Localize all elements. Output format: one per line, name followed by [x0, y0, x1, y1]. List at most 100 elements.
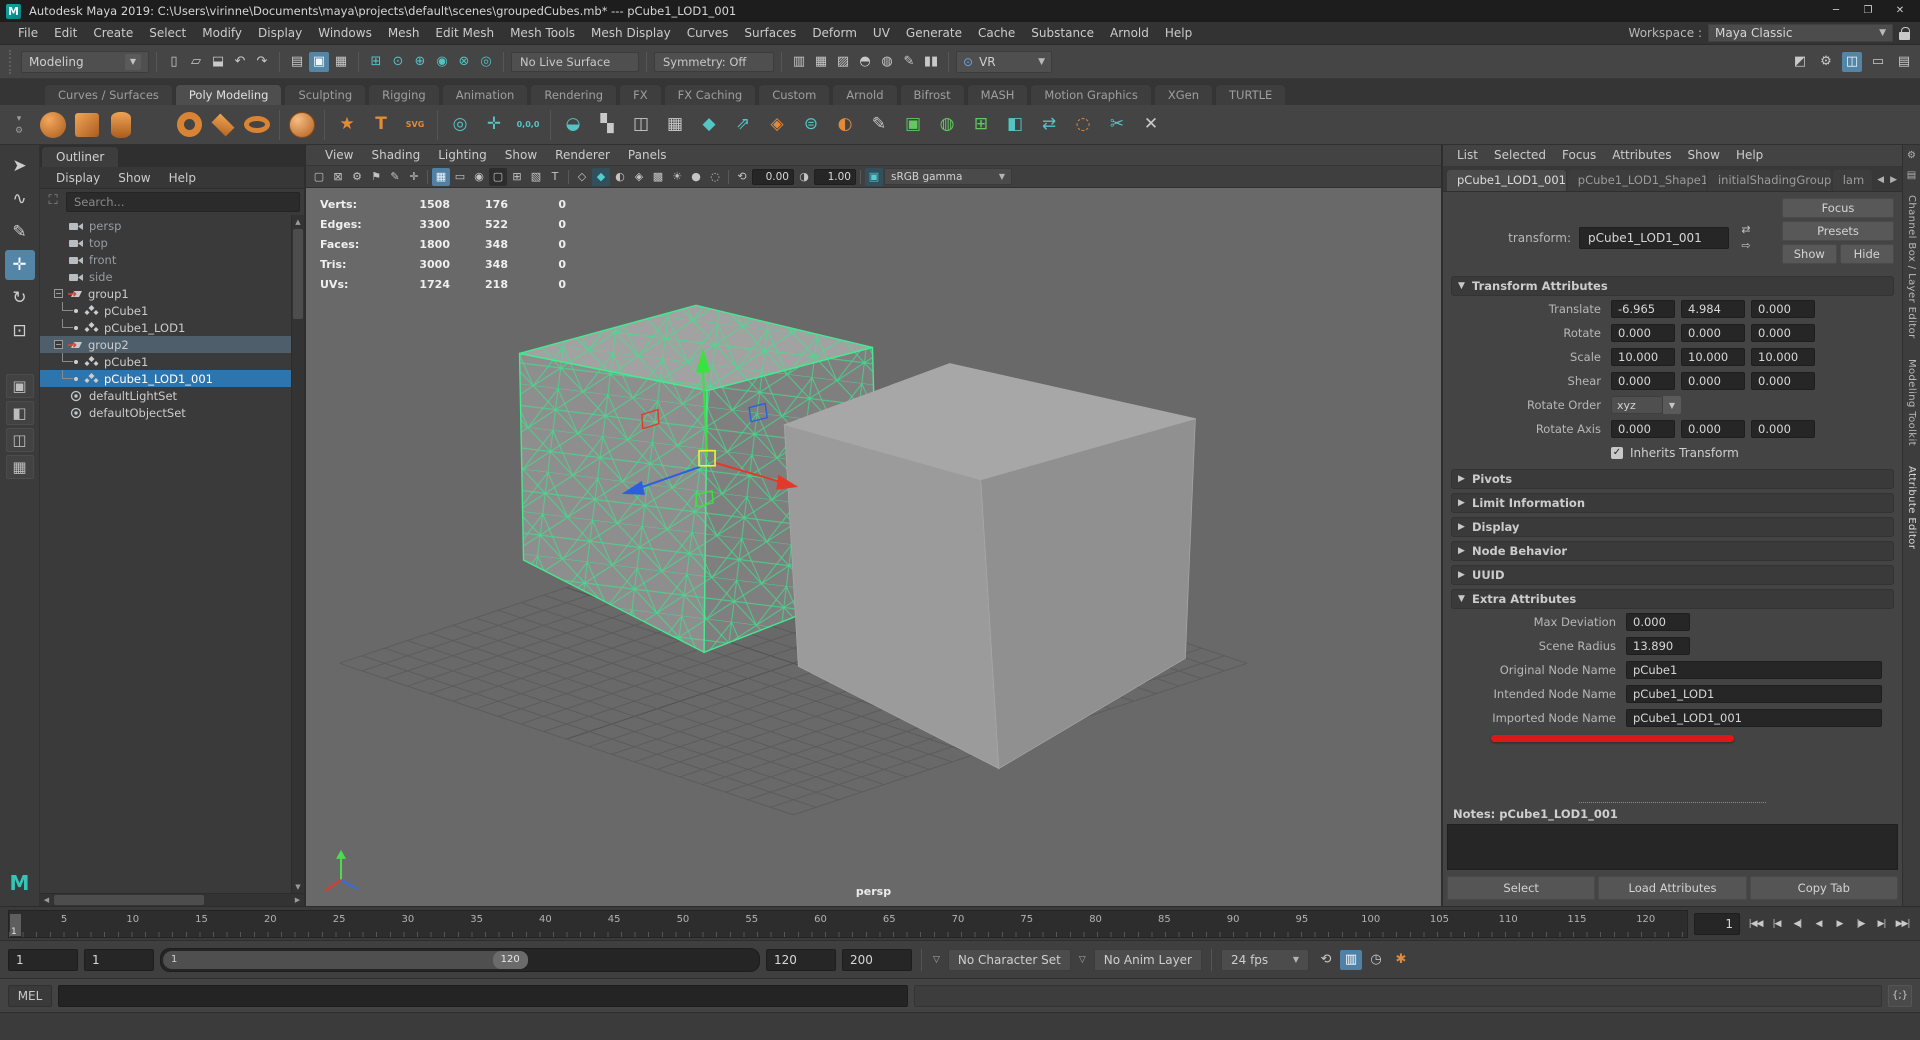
- scroll-left-icon[interactable]: ◀: [40, 894, 53, 906]
- multicut-tool-icon[interactable]: ✎: [864, 110, 894, 140]
- viewport-menu-shading[interactable]: Shading: [362, 145, 429, 165]
- scale-field-0[interactable]: 10.000: [1611, 348, 1675, 366]
- hypershade-icon[interactable]: ◓: [855, 52, 875, 72]
- field-chart-icon[interactable]: ⊞: [508, 168, 526, 186]
- grease-pencil-icon[interactable]: ✎: [386, 168, 404, 186]
- crease-tool-icon[interactable]: ◧: [1000, 110, 1030, 140]
- intended-node-name-field[interactable]: pCube1_LOD1: [1626, 685, 1882, 703]
- menu-modify[interactable]: Modify: [194, 22, 250, 44]
- default-material-icon[interactable]: ▩: [649, 168, 667, 186]
- layout-two-pane-button[interactable]: ◧: [6, 401, 34, 425]
- rotate-order-select[interactable]: xyz: [1611, 396, 1663, 414]
- select-object-icon[interactable]: ▣: [309, 52, 329, 72]
- shelf-tab-fx-caching[interactable]: FX Caching: [664, 84, 757, 105]
- toggle-tool-settings-icon[interactable]: ▭: [1868, 52, 1888, 72]
- make-live-icon[interactable]: ◎: [476, 52, 496, 72]
- reduce-tool-icon[interactable]: ✂: [1102, 110, 1132, 140]
- shadows-icon[interactable]: ●: [687, 168, 705, 186]
- shelf-menu-icon[interactable]: ▾: [17, 114, 22, 124]
- fill-hole-icon[interactable]: ▦: [660, 110, 690, 140]
- show-hotbox-icon[interactable]: ◩: [1790, 52, 1810, 72]
- new-tab-icon[interactable]: ⇨: [1737, 239, 1755, 253]
- rotate-field-2[interactable]: 0.000: [1751, 324, 1815, 342]
- scale-field-1[interactable]: 10.000: [1681, 348, 1745, 366]
- viewport-menu-view[interactable]: View: [316, 145, 362, 165]
- gamma-icon[interactable]: ◑: [795, 168, 813, 186]
- symmetry-select[interactable]: Symmetry: Off: [654, 52, 774, 72]
- outliner-item-side[interactable]: side: [40, 268, 291, 285]
- outliner-search-input[interactable]: Search...: [66, 192, 300, 212]
- shelf-tab-poly-modeling[interactable]: Poly Modeling: [175, 84, 283, 105]
- shear-field-2[interactable]: 0.000: [1751, 372, 1815, 390]
- extrude-tool-icon[interactable]: ⇗: [728, 110, 758, 140]
- select-hierarchy-icon[interactable]: ▤: [287, 52, 307, 72]
- new-scene-icon[interactable]: ▯: [164, 52, 184, 72]
- character-set-select[interactable]: No Character Set: [948, 949, 1071, 971]
- viewport-menu-show[interactable]: Show: [496, 145, 546, 165]
- pause-icon[interactable]: ▮▮: [921, 52, 941, 72]
- original-node-name-field[interactable]: pCube1: [1626, 661, 1882, 679]
- ae-menu-show[interactable]: Show: [1680, 145, 1728, 166]
- poly-torus-icon[interactable]: [174, 110, 204, 140]
- viewport-canvas[interactable]: Verts:15081760Edges:33005220Faces:180034…: [306, 188, 1441, 906]
- close-button[interactable]: ✕: [1886, 2, 1914, 20]
- rotate-axis-field-2[interactable]: 0.000: [1751, 420, 1815, 438]
- side-tab-channel-box-layer-editor[interactable]: Channel Box / Layer Editor: [1906, 185, 1917, 349]
- command-input[interactable]: [58, 985, 908, 1007]
- svg-tool-icon[interactable]: SVG: [400, 110, 430, 140]
- shelf-tab-mash[interactable]: MASH: [967, 84, 1029, 105]
- smooth-tool-icon[interactable]: ◆: [694, 110, 724, 140]
- exposure-icon[interactable]: ⟲: [733, 168, 751, 186]
- outliner-item-group1[interactable]: −group1: [40, 285, 291, 302]
- playback-speed-icon[interactable]: ◷: [1365, 950, 1387, 970]
- shelf-tab-turtle[interactable]: TURTLE: [1215, 84, 1286, 105]
- loop-playback-icon[interactable]: ⟲: [1315, 950, 1337, 970]
- outliner-item-pcube1[interactable]: pCube1: [40, 353, 291, 370]
- menu-arnold[interactable]: Arnold: [1102, 22, 1157, 44]
- rotate-axis-field-1[interactable]: 0.000: [1681, 420, 1745, 438]
- quad-draw-tool-icon[interactable]: ▣: [898, 110, 928, 140]
- exposure-field[interactable]: 0.00: [752, 169, 794, 185]
- poly-plane-icon[interactable]: [208, 110, 238, 140]
- go-to-end-button[interactable]: ▶▶|: [1893, 914, 1912, 934]
- ae-menu-list[interactable]: List: [1449, 145, 1486, 166]
- lights-icon[interactable]: ☀: [668, 168, 686, 186]
- gear-icon[interactable]: ⚙: [15, 126, 23, 136]
- step-back-frame-button[interactable]: |◀: [1767, 914, 1786, 934]
- load-attributes-button[interactable]: Load Attributes: [1598, 876, 1746, 900]
- menu-cache[interactable]: Cache: [970, 22, 1023, 44]
- menu-deform[interactable]: Deform: [804, 22, 865, 44]
- focus-button[interactable]: Focus: [1782, 198, 1894, 218]
- translate-field-0[interactable]: -6.965: [1611, 300, 1675, 318]
- shear-field-1[interactable]: 0.000: [1681, 372, 1745, 390]
- shelf-tab-fx[interactable]: FX: [619, 84, 662, 105]
- menu-select[interactable]: Select: [141, 22, 194, 44]
- viewport-menu-panels[interactable]: Panels: [619, 145, 676, 165]
- animation-preferences-icon[interactable]: ▥: [1340, 950, 1362, 970]
- notes-resize-handle[interactable]: [1579, 802, 1765, 803]
- resolution-gate-icon[interactable]: ◉: [470, 168, 488, 186]
- paint-select-tool-button[interactable]: ✎: [5, 217, 35, 247]
- menu-mesh-display[interactable]: Mesh Display: [583, 22, 679, 44]
- scrollbar-thumb[interactable]: [293, 229, 303, 319]
- scale-field-2[interactable]: 10.000: [1751, 348, 1815, 366]
- workspace-select[interactable]: Maya Classic ▼: [1708, 24, 1893, 42]
- playback-start-field[interactable]: 1: [84, 949, 154, 971]
- combine-tool-icon[interactable]: ▚: [592, 110, 622, 140]
- outliner-horizontal-scrollbar[interactable]: ◀ ▶: [40, 893, 304, 906]
- gate-mask-icon[interactable]: ▢: [489, 168, 507, 186]
- origin-tool-icon[interactable]: 0,0,0: [513, 110, 543, 140]
- range-end-handle[interactable]: 120: [493, 951, 528, 969]
- show-character-controls-icon[interactable]: ⚙: [1816, 52, 1836, 72]
- drag-handle[interactable]: [9, 50, 15, 74]
- range-slider-track[interactable]: 1 120: [160, 948, 760, 972]
- shelf-tab-custom[interactable]: Custom: [758, 84, 830, 105]
- minimize-button[interactable]: ─: [1822, 2, 1850, 20]
- menu-curves[interactable]: Curves: [679, 22, 737, 44]
- gamma-field[interactable]: 1.00: [814, 169, 856, 185]
- shelf-tab-sculpting[interactable]: Sculpting: [284, 84, 366, 105]
- menu-display[interactable]: Display: [250, 22, 310, 44]
- checkbox-checked-icon[interactable]: ✓: [1611, 447, 1623, 459]
- poly-uv-sphere-icon[interactable]: [287, 110, 317, 140]
- chevron-down-icon[interactable]: ▽: [1079, 955, 1086, 965]
